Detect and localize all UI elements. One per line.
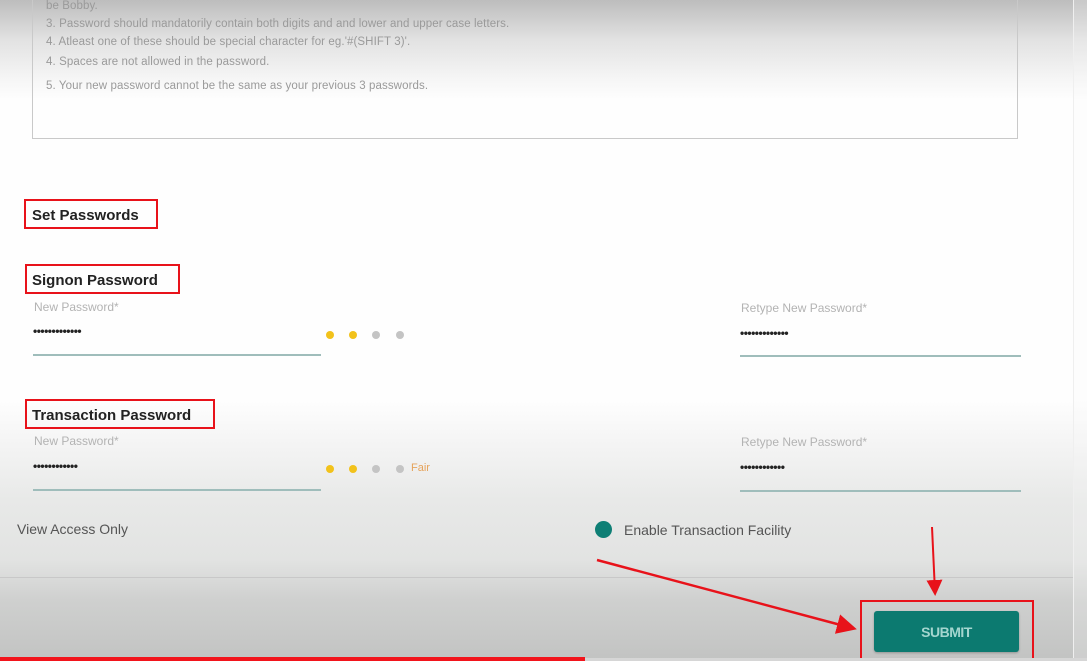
transaction-retype-password-label: Retype New Password* (741, 435, 868, 449)
page-scrollbar-track[interactable] (1073, 0, 1087, 661)
signon-new-password-input[interactable]: ••••••••••••• (33, 324, 82, 338)
strength-dot (326, 331, 334, 339)
strength-dot (396, 331, 404, 339)
strength-dot (372, 465, 380, 473)
transaction-strength-text: Fair (411, 462, 430, 474)
strength-dot (372, 331, 380, 339)
transaction-password-heading: Transaction Password (32, 407, 192, 424)
signon-retype-password-input[interactable]: ••••••••••••• (740, 326, 789, 340)
signon-new-password-underline (33, 354, 321, 356)
transaction-new-password-label: New Password* (34, 434, 119, 448)
video-progress-played[interactable] (0, 657, 585, 661)
password-rule: 3. Password should mandatorily contain b… (46, 18, 510, 30)
transaction-new-password-input[interactable]: •••••••••••• (33, 459, 78, 473)
signon-password-heading: Signon Password (32, 272, 158, 289)
signon-retype-password-label: Retype New Password* (741, 301, 868, 315)
password-rule: 4. Spaces are not allowed in the passwor… (46, 56, 270, 68)
strength-dot (349, 331, 357, 339)
password-rule: 5. Your new password cannot be the same … (46, 80, 429, 92)
set-passwords-heading: Set Passwords (32, 207, 139, 224)
signon-new-password-label: New Password* (34, 300, 119, 314)
password-rule: be Bobby. (46, 0, 98, 12)
submit-button[interactable]: SUBMIT (874, 611, 1019, 652)
signon-retype-password-underline (740, 355, 1021, 357)
transaction-new-password-underline (33, 489, 321, 491)
strength-dot (396, 465, 404, 473)
annotation-arrow (596, 558, 857, 634)
radio-selected-icon[interactable] (595, 521, 612, 538)
annotation-arrow (926, 526, 943, 596)
view-access-only-label[interactable]: View Access Only (17, 521, 128, 537)
enable-transaction-facility-label[interactable]: Enable Transaction Facility (624, 522, 791, 538)
footer-divider (0, 577, 1073, 578)
password-rule: 4. Atleast one of these should be specia… (46, 36, 411, 48)
strength-dot (349, 465, 357, 473)
strength-dot (326, 465, 334, 473)
transaction-retype-password-underline (740, 490, 1021, 492)
transaction-retype-password-input[interactable]: •••••••••••• (740, 460, 785, 474)
